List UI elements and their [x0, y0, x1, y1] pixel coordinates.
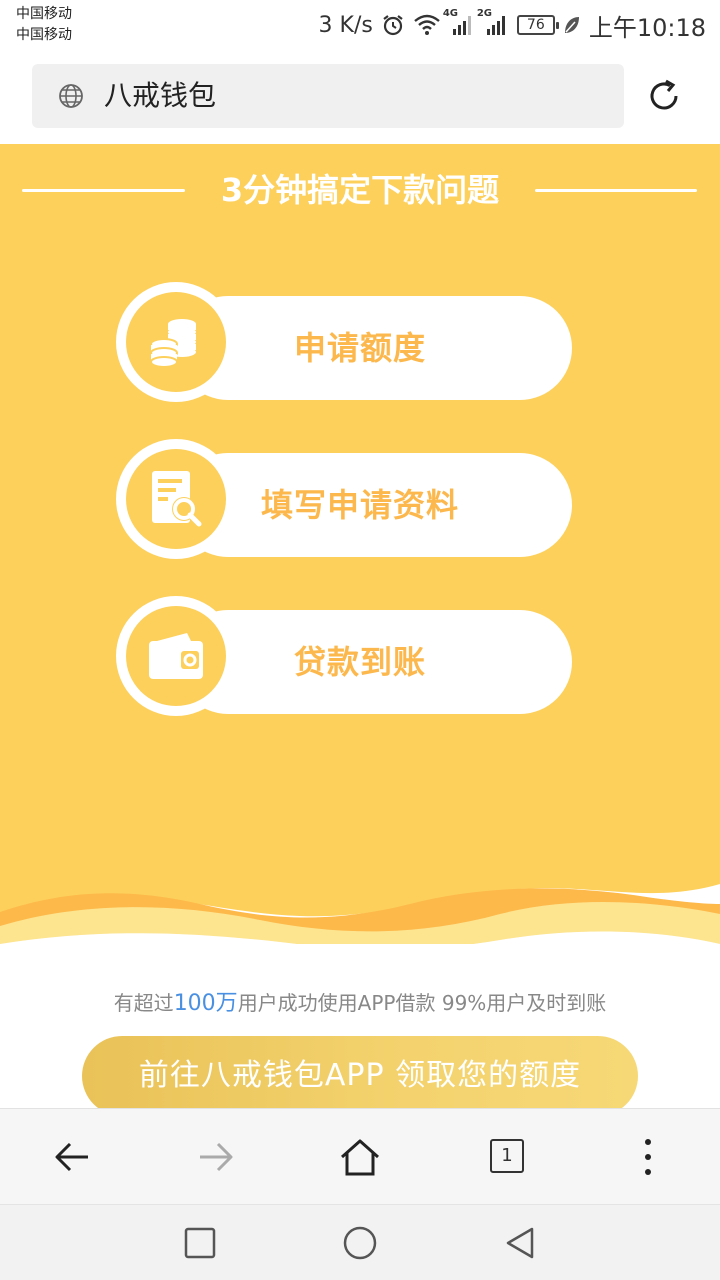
status-icons: 3 K/s 4G 2G 76 上午10:18 — [319, 8, 706, 42]
refresh-icon[interactable] — [644, 76, 684, 120]
home-circle-icon[interactable] — [342, 1225, 378, 1261]
step-icon-ring — [116, 596, 236, 716]
page-title: 八戒钱包 — [104, 79, 217, 112]
status-time: 上午10:18 — [588, 13, 706, 42]
network-speed: 3 K/s — [318, 12, 373, 38]
battery-icon: 76 — [516, 15, 559, 35]
step-loan-received[interactable]: 贷款到账 — [116, 596, 576, 716]
step-label: 贷款到账 — [293, 643, 426, 681]
coins-icon — [126, 292, 226, 392]
step-apply-limit[interactable]: 申请额度 — [116, 282, 576, 402]
stats-text: 有超过100万用户成功使用APP借款 99%用户及时到账 — [0, 988, 720, 1019]
step-icon-ring — [116, 439, 236, 559]
signal-2g-label: 2G — [476, 8, 492, 19]
title-divider-right — [535, 189, 697, 192]
step-label: 填写申请资料 — [260, 486, 459, 524]
tabs-icon[interactable]: 1 — [480, 1133, 528, 1181]
step-icon-ring — [116, 282, 236, 402]
stats-suffix: 用户成功使用APP借款 99%用户及时到账 — [237, 991, 607, 1015]
signal-2g-icon: 2G — [477, 8, 509, 36]
stats-prefix: 有超过 — [113, 991, 174, 1015]
step-fill-application[interactable]: 填写申请资料 — [116, 439, 576, 559]
browser-toolbar: 1 — [0, 1108, 720, 1204]
wallet-icon — [126, 606, 226, 706]
status-bar: 中国移动 中国移动 3 K/s 4G 2G 76 上午10:18 — [0, 0, 720, 50]
hero-banner: 3分钟搞定下款问题 申请额度 填写申请资料 贷款到账 — [0, 144, 720, 944]
back-triangle-icon[interactable] — [502, 1225, 538, 1261]
forward-arrow-icon[interactable] — [192, 1133, 240, 1181]
signal-4g-icon: 4G — [443, 8, 475, 36]
carrier-label-2: 中国移动 — [16, 27, 72, 43]
open-app-button[interactable]: 前往八戒钱包APP 领取您的额度 — [82, 1036, 638, 1116]
globe-icon — [58, 83, 84, 113]
system-nav-bar — [0, 1204, 720, 1280]
leaf-icon — [563, 15, 581, 35]
wifi-icon — [413, 14, 441, 36]
alarm-icon — [381, 13, 405, 37]
back-arrow-icon[interactable] — [48, 1133, 96, 1181]
document-search-icon — [126, 449, 226, 549]
address-bar[interactable]: 八戒钱包 — [32, 64, 624, 128]
step-label: 申请额度 — [293, 329, 426, 367]
browser-address-area: 八戒钱包 — [0, 50, 720, 144]
tab-count: 1 — [490, 1139, 524, 1173]
recents-square-icon[interactable] — [182, 1225, 218, 1261]
signal-4g-label: 4G — [442, 8, 458, 19]
more-vert-icon[interactable] — [624, 1133, 672, 1181]
carrier-label-1: 中国移动 — [16, 6, 72, 22]
stats-highlight: 100万 — [173, 991, 238, 1016]
home-icon[interactable] — [336, 1133, 384, 1181]
